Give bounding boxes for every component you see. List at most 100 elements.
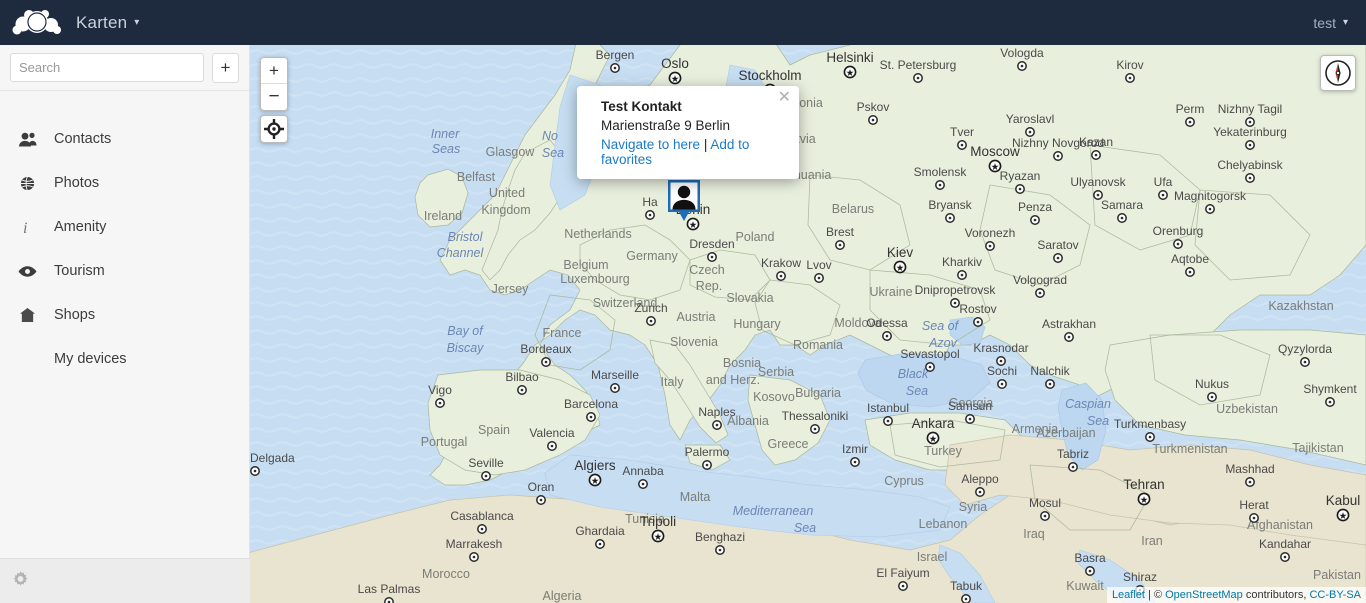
globe-photos-icon — [12, 176, 42, 191]
contacts-icon — [12, 132, 42, 147]
map-canvas[interactable]: Ireland United Kingdom Netherlands Belgium Lu… — [250, 45, 1366, 603]
city-marker-dot — [1094, 153, 1098, 157]
city-marker-dot — [886, 419, 890, 423]
map-label: Iraq — [1023, 527, 1045, 541]
sidebar-item-amenity[interactable]: i Amenity — [0, 205, 249, 249]
city-marker-dot — [999, 359, 1003, 363]
license-link[interactable]: CC-BY-SA — [1309, 589, 1361, 601]
person-marker-icon[interactable] — [664, 178, 704, 230]
map-label: Yaroslavl — [1006, 112, 1054, 126]
leaflet-link[interactable]: Leaflet — [1112, 589, 1145, 601]
svg-text:★: ★ — [654, 532, 663, 543]
city-marker-dot — [1283, 555, 1287, 559]
map-label: Bergen — [596, 48, 635, 62]
map-label: Algeria — [543, 589, 582, 603]
map-label: Basra — [1074, 551, 1106, 565]
svg-text:★: ★ — [1339, 511, 1348, 522]
city-marker-dot — [1038, 291, 1042, 295]
sidebar: + Contacts — [0, 45, 250, 603]
map-label: Bryansk — [928, 198, 972, 212]
city-marker-dot — [550, 444, 554, 448]
map-label: Armenia — [1012, 422, 1059, 436]
owncloud-cloud-logo[interactable] — [10, 6, 64, 40]
map-label: Krasnodar — [973, 341, 1028, 355]
city-marker-dot — [705, 463, 709, 467]
map-label: Channel — [437, 246, 485, 260]
map-label: Greece — [768, 437, 809, 451]
map-label: Biscay — [447, 341, 485, 355]
map-label: Bilbao — [505, 370, 539, 384]
map-label: Tver — [950, 125, 974, 139]
city-marker-dot — [938, 183, 942, 187]
zoom-out-button[interactable]: − — [261, 84, 287, 110]
chevron-down-icon: ▾ — [1342, 17, 1348, 28]
map-label: Netherlands — [564, 227, 631, 241]
city-marker-dot — [520, 388, 524, 392]
sidebar-item-photos[interactable]: Photos — [0, 161, 249, 205]
map-label: Kingdom — [481, 203, 530, 217]
city-marker-dot — [1056, 256, 1060, 260]
city-marker-dot — [968, 417, 972, 421]
city-marker-dot — [916, 76, 920, 80]
map-label: Slovakia — [726, 291, 773, 305]
map-label: St. Petersburg — [880, 58, 957, 72]
map-label: Belfast — [457, 170, 496, 184]
city-marker-dot — [1328, 400, 1332, 404]
map-label: Penza — [1018, 200, 1052, 214]
map-label: Cyprus — [884, 474, 924, 488]
gear-icon[interactable] — [12, 570, 29, 592]
city-marker-dot — [1188, 270, 1192, 274]
navigate-to-here-link[interactable]: Navigate to here — [601, 137, 700, 152]
city-marker-dot — [1248, 143, 1252, 147]
map-label: Sea — [542, 146, 564, 160]
city-marker-dot — [978, 490, 982, 494]
popup-title: Test Kontakt — [601, 99, 682, 114]
map-label: Rep. — [696, 279, 722, 293]
user-menu[interactable]: test ▾ — [1313, 0, 1348, 45]
city-marker-dot — [544, 360, 548, 364]
map-label: Kazan — [1079, 135, 1113, 149]
map-label: Glasgow — [486, 145, 536, 159]
map-label: Tripoli — [640, 514, 676, 529]
zoom-in-button[interactable]: + — [261, 58, 287, 84]
city-marker-dot — [480, 527, 484, 531]
sidebar-item-contacts[interactable]: Contacts — [0, 117, 249, 161]
map-label: Astrakhan — [1042, 317, 1096, 331]
crosshair-locate-icon[interactable] — [260, 115, 288, 143]
sidebar-item-my-devices[interactable]: My devices — [0, 337, 249, 381]
city-marker-dot — [1088, 569, 1092, 573]
city-marker-dot — [641, 482, 645, 486]
map-label: No — [542, 129, 558, 143]
city-marker-dot — [817, 276, 821, 280]
city-marker-dot — [598, 542, 602, 546]
map-label: Ghardaia — [575, 524, 625, 538]
map-label: Slovenia — [670, 335, 718, 349]
svg-text:★: ★ — [846, 68, 855, 79]
eye-icon — [12, 265, 42, 278]
city-marker-dot — [1067, 335, 1071, 339]
add-button[interactable]: + — [212, 52, 239, 83]
map-label: Rostov — [959, 302, 996, 316]
city-marker-dot — [1248, 120, 1252, 124]
map-label: Belgium — [563, 258, 608, 272]
app-title[interactable]: Karten ▾ — [76, 13, 140, 33]
map-label: Tabriz — [1057, 447, 1089, 461]
close-icon[interactable]: ✕ — [778, 90, 791, 106]
map-label: Vigo — [428, 383, 452, 397]
sidebar-item-shops[interactable]: Shops — [0, 293, 249, 337]
city-marker-dot — [438, 401, 442, 405]
map-label: Kirov — [1116, 58, 1143, 72]
attribution-separator: | — [1148, 589, 1151, 601]
map-label: Kabul — [1326, 493, 1361, 508]
openstreetmap-link[interactable]: OpenStreetMap — [1165, 589, 1243, 601]
map-label: Izmir — [842, 442, 868, 456]
sidebar-item-tourism[interactable]: Tourism — [0, 249, 249, 293]
city-marker-dot — [1048, 382, 1052, 386]
search-input[interactable] — [10, 53, 204, 82]
map-label: Tajikistan — [1292, 441, 1343, 455]
compass-icon[interactable] — [1320, 55, 1356, 91]
city-marker-dot — [589, 415, 593, 419]
city-marker-dot — [1248, 480, 1252, 484]
city-marker-dot — [1056, 154, 1060, 158]
map-label: Orenburg — [1153, 224, 1204, 238]
